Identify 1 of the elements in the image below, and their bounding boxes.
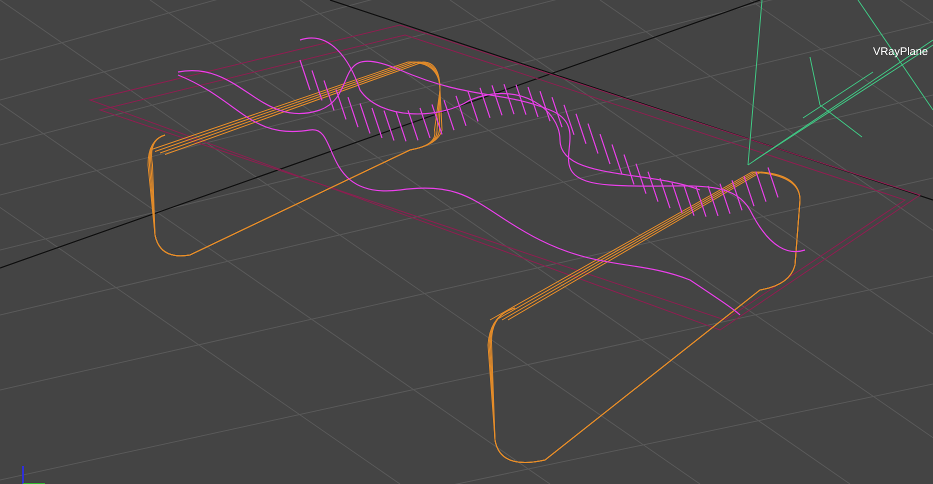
axis-gizmo-icon bbox=[22, 466, 45, 484]
